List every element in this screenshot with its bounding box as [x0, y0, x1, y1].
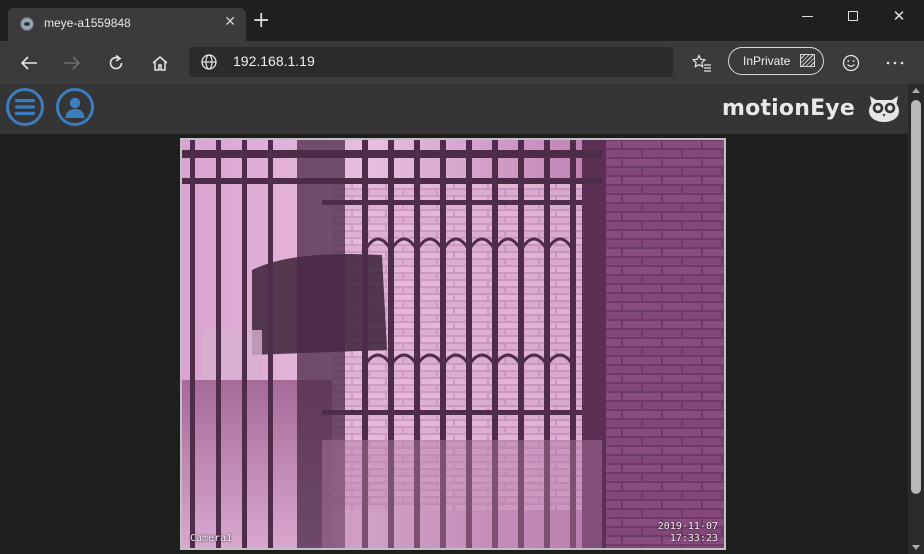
scroll-up-icon[interactable] [912, 88, 920, 93]
scroll-down-icon[interactable] [912, 545, 920, 550]
camera-frame[interactable]: Camera1 2019-11-07 17:33:23 [180, 138, 726, 550]
arrow-left-icon [20, 56, 37, 70]
favicon-icon [20, 17, 34, 31]
home-icon [152, 55, 168, 71]
camera-date-label: 2019-11-07 [657, 521, 718, 532]
inprivate-badge[interactable]: InPrivate [728, 47, 824, 75]
close-tab-icon[interactable]: ✕ [224, 14, 236, 30]
owl-logo-icon [869, 96, 899, 122]
feedback-button[interactable] [835, 47, 867, 79]
forward-button[interactable] [56, 47, 88, 79]
app-header: motionEye [0, 84, 908, 134]
maximize-icon [848, 11, 858, 21]
main-menu-button[interactable] [6, 88, 44, 126]
favorites-button[interactable] [686, 47, 718, 79]
inprivate-icon [800, 54, 815, 67]
refresh-button[interactable] [100, 47, 132, 79]
close-icon: ✕ [892, 7, 906, 25]
scrollbar-thumb[interactable] [911, 100, 921, 494]
address-bar[interactable]: 192.168.1.19 [189, 47, 673, 77]
home-button[interactable] [144, 47, 176, 79]
inprivate-label: InPrivate [743, 54, 791, 68]
camera-time-label: 17:33:23 [669, 533, 718, 544]
smiley-icon [842, 54, 860, 72]
minimize-button[interactable] [784, 0, 830, 32]
maximize-button[interactable] [830, 0, 876, 32]
page-scrollbar[interactable] [908, 84, 924, 554]
globe-icon [201, 54, 217, 70]
address-text: 192.168.1.19 [233, 53, 315, 69]
app-logo-text: motionEye [722, 96, 855, 121]
more-dots-icon [886, 61, 904, 65]
more-menu-button[interactable] [879, 47, 911, 79]
browser-tab[interactable]: meye-a1559848 ✕ [8, 8, 246, 41]
browser-tab-bar: meye-a1559848 ✕ + ✕ [0, 0, 924, 41]
back-button[interactable] [13, 47, 45, 79]
user-icon [65, 97, 85, 118]
camera-feed[interactable]: Camera1 2019-11-07 17:33:23 [182, 140, 724, 548]
refresh-icon [109, 54, 123, 70]
minimize-icon [801, 15, 813, 17]
close-window-button[interactable]: ✕ [876, 0, 922, 32]
tab-title: meye-a1559848 [44, 16, 131, 30]
favorites-star-icon [692, 54, 711, 72]
browser-toolbar: 192.168.1.19 InPrivate [0, 41, 924, 84]
new-tab-icon[interactable]: + [252, 10, 270, 32]
arrow-right-icon [64, 56, 81, 70]
camera-image [182, 140, 724, 548]
camera-name-label: Camera1 [190, 533, 233, 544]
user-button[interactable] [56, 88, 94, 126]
hamburger-menu-icon [15, 99, 35, 115]
